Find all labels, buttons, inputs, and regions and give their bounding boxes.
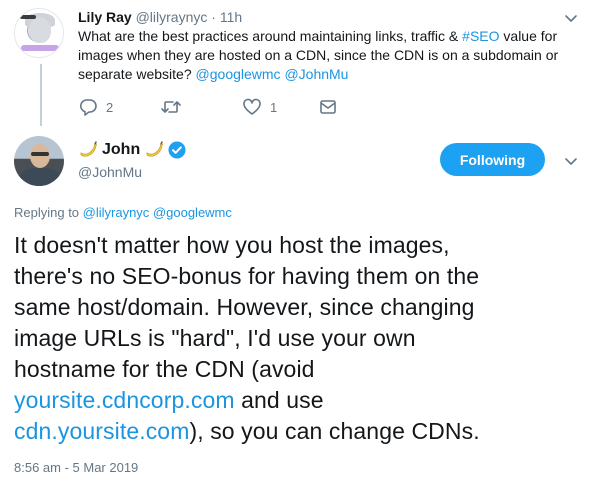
replying-to-line: Replying to @lilyraynyc @googlewmc <box>14 205 232 220</box>
chevron-down-icon[interactable] <box>563 10 579 26</box>
parent-author-name[interactable]: Lily Ray <box>78 9 132 25</box>
direct-message-button[interactable] <box>318 97 338 117</box>
link-cdn-yoursite[interactable]: cdn.yoursite.com <box>14 418 189 444</box>
reply-icon <box>79 99 97 116</box>
mention-link-lilyraynyc[interactable]: @lilyraynyc <box>83 205 150 220</box>
avatar-lily-ray[interactable] <box>14 8 64 58</box>
following-button[interactable]: Following <box>440 143 545 176</box>
parent-tweet-time[interactable]: 11h <box>220 9 242 25</box>
banana-emoji-icon <box>80 141 97 157</box>
thread-connector-line <box>40 64 42 126</box>
parent-tweet-text: What are the best practices around maint… <box>78 28 559 82</box>
link-yoursite-cdncorp[interactable]: yoursite.cdncorp.com <box>14 387 235 413</box>
tweet-timestamp[interactable]: 8:56 am - 5 Mar 2019 <box>14 460 138 475</box>
mention-link-googlewmc[interactable]: @googlewmc <box>196 66 281 82</box>
like-button[interactable]: 1 <box>242 97 277 117</box>
parent-author-handle[interactable]: @lilyraynyc <box>136 9 208 25</box>
mention-link-googlewmc[interactable]: @googlewmc <box>153 205 232 220</box>
like-count: 1 <box>270 99 278 115</box>
reply-count: 2 <box>106 99 114 115</box>
main-author-name[interactable]: John <box>102 141 140 159</box>
header-separator: · <box>207 9 220 25</box>
mention-link-johnmu[interactable]: @JohnMu <box>284 66 348 82</box>
reply-button[interactable]: 2 <box>78 97 113 117</box>
banana-emoji-icon <box>146 141 164 157</box>
parent-tweet-header: Lily Ray @lilyraynyc · 11h <box>78 8 242 26</box>
retweet-button[interactable] <box>160 97 190 117</box>
main-author-name-row[interactable]: John <box>78 140 186 160</box>
main-author-handle[interactable]: @JohnMu <box>78 164 142 180</box>
dm-icon <box>320 100 336 114</box>
main-tweet-text: It doesn't matter how you host the image… <box>14 232 480 444</box>
like-icon <box>243 98 261 115</box>
retweet-icon <box>161 101 181 113</box>
chevron-down-icon[interactable] <box>563 153 579 169</box>
verified-badge-icon <box>168 141 186 159</box>
avatar-john-mu[interactable] <box>14 136 64 186</box>
hashtag-link[interactable]: #SEO <box>462 28 499 44</box>
